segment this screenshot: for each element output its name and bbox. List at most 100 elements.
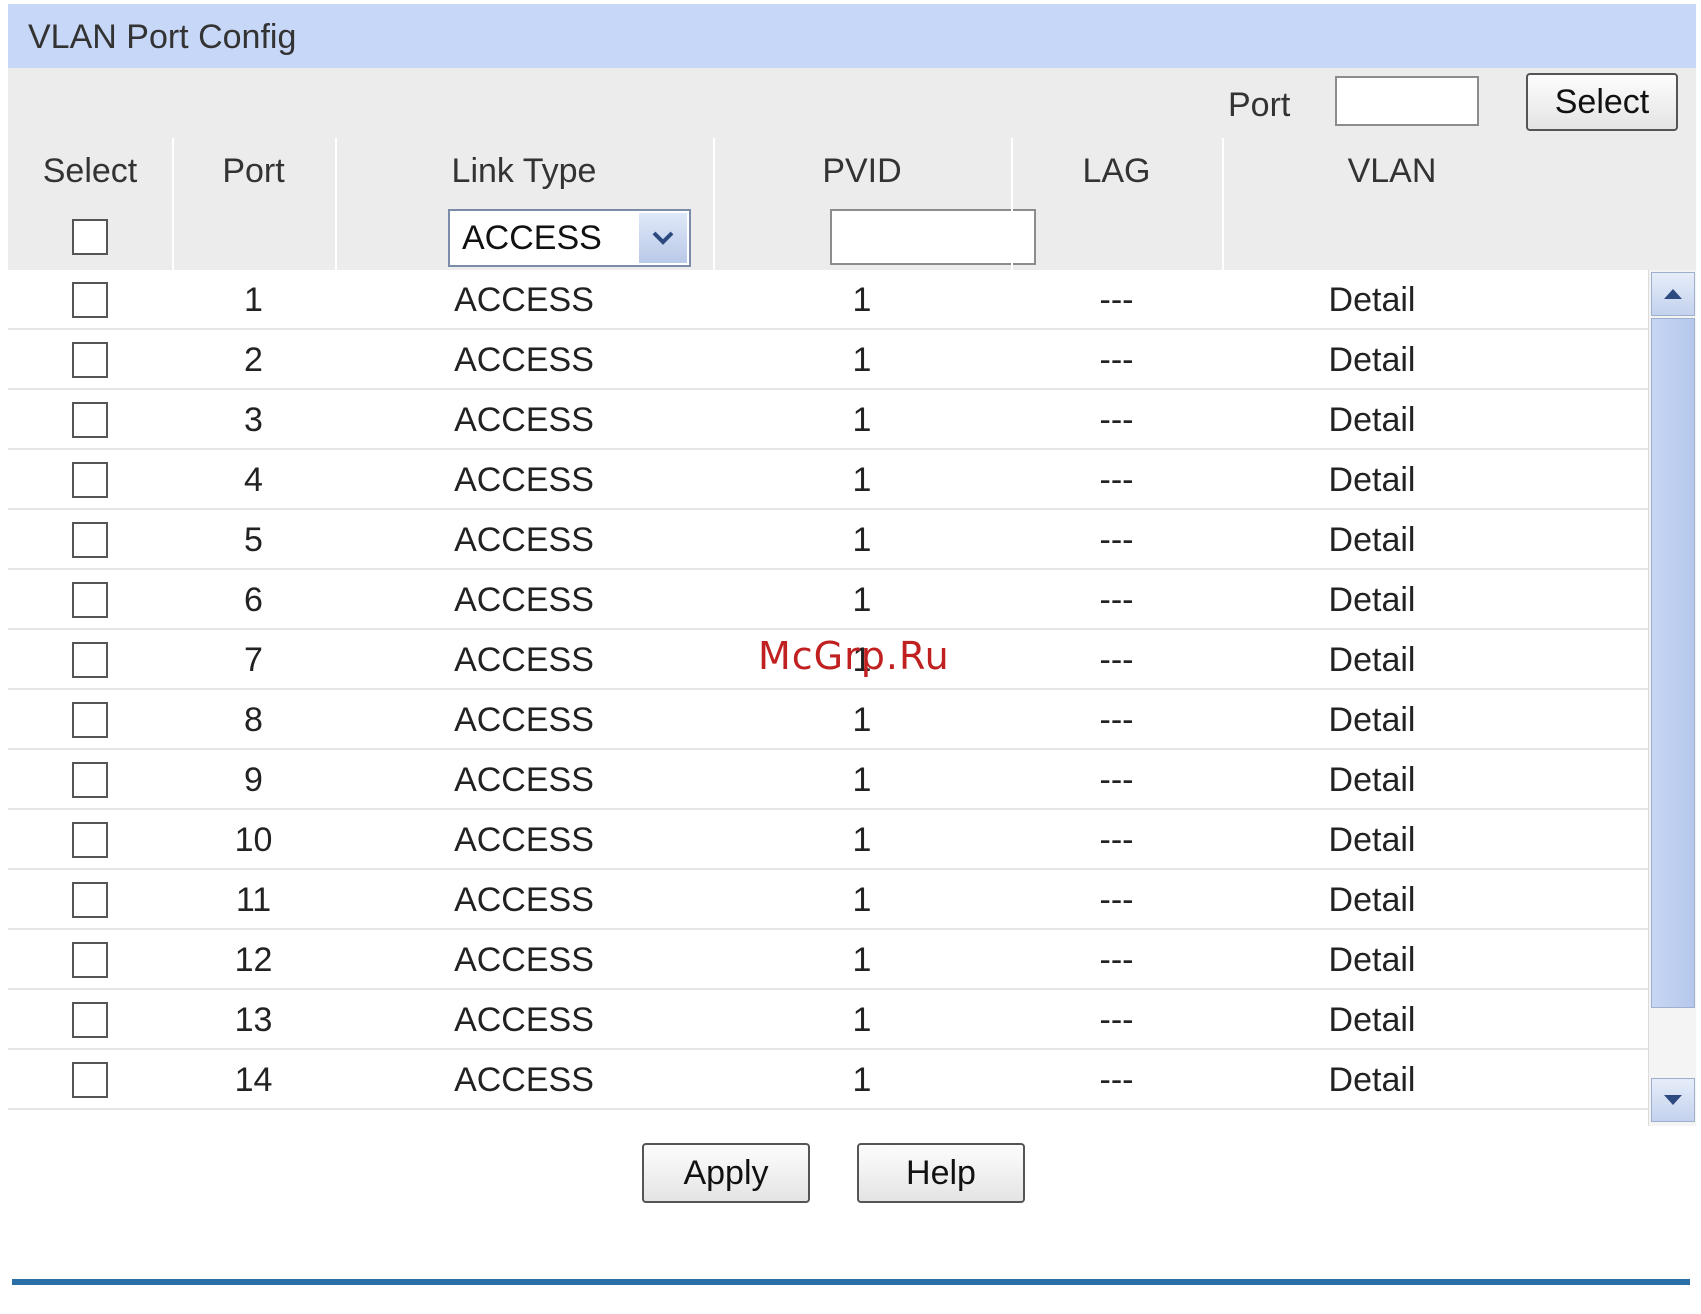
- table-row: 8 ACCESS 1 --- Detail: [8, 690, 1648, 750]
- port-table-body: 1 ACCESS 1 --- Detail 2 ACCESS 1 --- Detail 3 ACCES…: [8, 270, 1648, 1126]
- row-select-cell: [8, 930, 172, 990]
- row-select-cell: [8, 510, 172, 570]
- lag-cell: ---: [1099, 340, 1134, 379]
- scrollbar-thumb[interactable]: [1651, 318, 1695, 1008]
- row-select-cell: [8, 330, 172, 390]
- row-checkbox[interactable]: [72, 282, 108, 318]
- column-header: PVID: [822, 151, 902, 190]
- select-port-button[interactable]: Select: [1526, 73, 1678, 131]
- lag-cell: ---: [1099, 520, 1134, 559]
- row-checkbox[interactable]: [72, 882, 108, 918]
- link-type-cell: ACCESS: [454, 460, 594, 499]
- vlan-detail-link[interactable]: Detail: [1222, 810, 1522, 870]
- lag-cell: ---: [1099, 700, 1134, 739]
- pvid-cell: 1: [852, 940, 872, 979]
- row-checkbox[interactable]: [72, 642, 108, 678]
- column-header: Link Type: [451, 151, 597, 190]
- row-select-cell: [8, 870, 172, 930]
- pvid-cell: 1: [852, 700, 872, 739]
- watermark: McGrp.Ru: [758, 634, 950, 678]
- port-cell: 3: [244, 400, 263, 439]
- pvid-cell: 1: [852, 1000, 872, 1039]
- row-select-cell: [8, 270, 172, 330]
- apply-button[interactable]: Apply: [642, 1143, 810, 1203]
- vlan-detail-link[interactable]: Detail: [1222, 870, 1522, 930]
- help-button[interactable]: Help: [857, 1143, 1025, 1203]
- row-select-cell: [8, 750, 172, 810]
- pvid-cell: 1: [852, 880, 872, 919]
- link-type-cell: ACCESS: [454, 580, 594, 619]
- port-cell: 9: [244, 760, 263, 799]
- row-select-cell: [8, 570, 172, 630]
- scroll-down-icon[interactable]: [1651, 1078, 1695, 1122]
- row-checkbox[interactable]: [72, 342, 108, 378]
- row-select-cell: [8, 810, 172, 870]
- port-cell: 2: [244, 340, 263, 379]
- link-type-filter-select[interactable]: ACCESS: [448, 209, 691, 267]
- row-select-cell: [8, 450, 172, 510]
- scroll-up-icon[interactable]: [1651, 272, 1695, 316]
- link-type-cell: ACCESS: [454, 760, 594, 799]
- vlan-detail-link[interactable]: Detail: [1222, 390, 1522, 450]
- row-checkbox[interactable]: [72, 822, 108, 858]
- lag-cell: ---: [1099, 880, 1134, 919]
- port-cell: 12: [234, 940, 273, 979]
- panel-title-bar: VLAN Port Config: [8, 4, 1696, 68]
- vlan-detail-link[interactable]: Detail: [1222, 630, 1522, 690]
- row-checkbox[interactable]: [72, 1062, 108, 1098]
- column-header: VLAN: [1347, 151, 1437, 190]
- row-checkbox[interactable]: [72, 762, 108, 798]
- select-all-cell: [8, 204, 172, 270]
- lag-cell: ---: [1099, 580, 1134, 619]
- vlan-detail-link[interactable]: Detail: [1222, 510, 1522, 570]
- link-type-cell: ACCESS: [454, 400, 594, 439]
- row-checkbox[interactable]: [72, 582, 108, 618]
- pvid-cell: 1: [852, 760, 872, 799]
- vlan-detail-link[interactable]: Detail: [1222, 990, 1522, 1050]
- row-select-cell: [8, 690, 172, 750]
- vlan-detail-link[interactable]: Detail: [1222, 330, 1522, 390]
- lag-cell: ---: [1099, 460, 1134, 499]
- port-search-input[interactable]: [1335, 76, 1479, 126]
- vlan-detail-link[interactable]: Detail: [1222, 690, 1522, 750]
- row-checkbox[interactable]: [72, 942, 108, 978]
- row-select-cell: [8, 390, 172, 450]
- lag-cell: ---: [1099, 640, 1134, 679]
- lag-cell: ---: [1099, 1060, 1134, 1099]
- row-checkbox[interactable]: [72, 462, 108, 498]
- table-row: 13 ACCESS 1 --- Detail: [8, 990, 1648, 1050]
- vlan-detail-link[interactable]: Detail: [1222, 930, 1522, 990]
- row-select-cell: [8, 990, 172, 1050]
- port-cell: 4: [244, 460, 263, 499]
- port-cell: 14: [234, 1060, 273, 1099]
- table-row: 10 ACCESS 1 --- Detail: [8, 810, 1648, 870]
- row-checkbox[interactable]: [72, 702, 108, 738]
- pvid-filter-input[interactable]: [830, 209, 1036, 265]
- link-type-cell: ACCESS: [454, 1000, 594, 1039]
- vlan-detail-link[interactable]: Detail: [1222, 270, 1522, 330]
- link-type-cell: ACCESS: [454, 340, 594, 379]
- row-checkbox[interactable]: [72, 402, 108, 438]
- row-select-cell: [8, 630, 172, 690]
- link-type-cell: ACCESS: [454, 1060, 594, 1099]
- port-cell: 6: [244, 580, 263, 619]
- vlan-port-config-panel: VLAN Port Config Port Select Select Port L…: [8, 4, 1696, 1134]
- vlan-detail-link[interactable]: Detail: [1222, 750, 1522, 810]
- port-cell: 8: [244, 700, 263, 739]
- chevron-down-icon[interactable]: [639, 213, 687, 263]
- port-cell: 13: [234, 1000, 273, 1039]
- vlan-detail-link[interactable]: Detail: [1222, 570, 1522, 630]
- table-scrollbar[interactable]: [1648, 270, 1696, 1126]
- row-checkbox[interactable]: [72, 1002, 108, 1038]
- table-row: 9 ACCESS 1 --- Detail: [8, 750, 1648, 810]
- vlan-detail-link[interactable]: Detail: [1222, 1050, 1522, 1110]
- table-header: Select Port Link Type PVID LAG VLAN: [8, 138, 1696, 204]
- pvid-cell: 1: [852, 400, 872, 439]
- vlan-detail-link[interactable]: Detail: [1222, 450, 1522, 510]
- column-header: Port: [222, 151, 285, 190]
- row-checkbox[interactable]: [72, 522, 108, 558]
- row-select-cell: [8, 1050, 172, 1110]
- column-header: LAG: [1082, 151, 1151, 190]
- table-row: 2 ACCESS 1 --- Detail: [8, 330, 1648, 390]
- select-all-checkbox[interactable]: [72, 219, 108, 255]
